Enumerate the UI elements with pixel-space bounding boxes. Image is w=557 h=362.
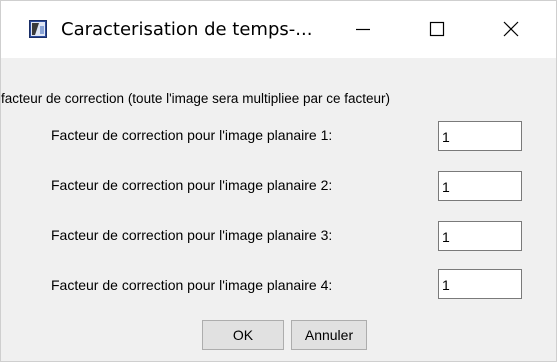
description-text: facteur de correction (toute l'image ser… <box>1 91 391 106</box>
correction-factor-input-1[interactable] <box>438 121 522 151</box>
close-button[interactable] <box>488 11 534 47</box>
field-label-3: Facteur de correction pour l'image plana… <box>51 227 333 243</box>
field-label-2: Facteur de correction pour l'image plana… <box>51 177 333 193</box>
close-icon <box>503 21 519 37</box>
correction-factor-input-2[interactable] <box>438 171 522 201</box>
title-bar[interactable]: Caracterisation de temps-... <box>1 1 556 58</box>
field-label-4: Facteur de correction pour l'image plana… <box>51 277 333 293</box>
maximize-icon <box>429 21 445 37</box>
correction-factor-input-3[interactable] <box>438 221 522 251</box>
window-title: Caracterisation de temps-... <box>61 19 313 40</box>
app-window-icon <box>29 20 47 38</box>
correction-factor-input-4[interactable] <box>438 269 522 299</box>
minimize-button[interactable] <box>340 11 386 47</box>
maximize-button[interactable] <box>414 11 460 47</box>
field-label-1: Facteur de correction pour l'image plana… <box>51 127 333 143</box>
minimize-icon <box>356 28 370 31</box>
cancel-button[interactable]: Annuler <box>291 320 367 350</box>
ok-button[interactable]: OK <box>202 320 284 350</box>
dialog-window: Caracterisation de temps-... facteur de … <box>0 0 557 362</box>
